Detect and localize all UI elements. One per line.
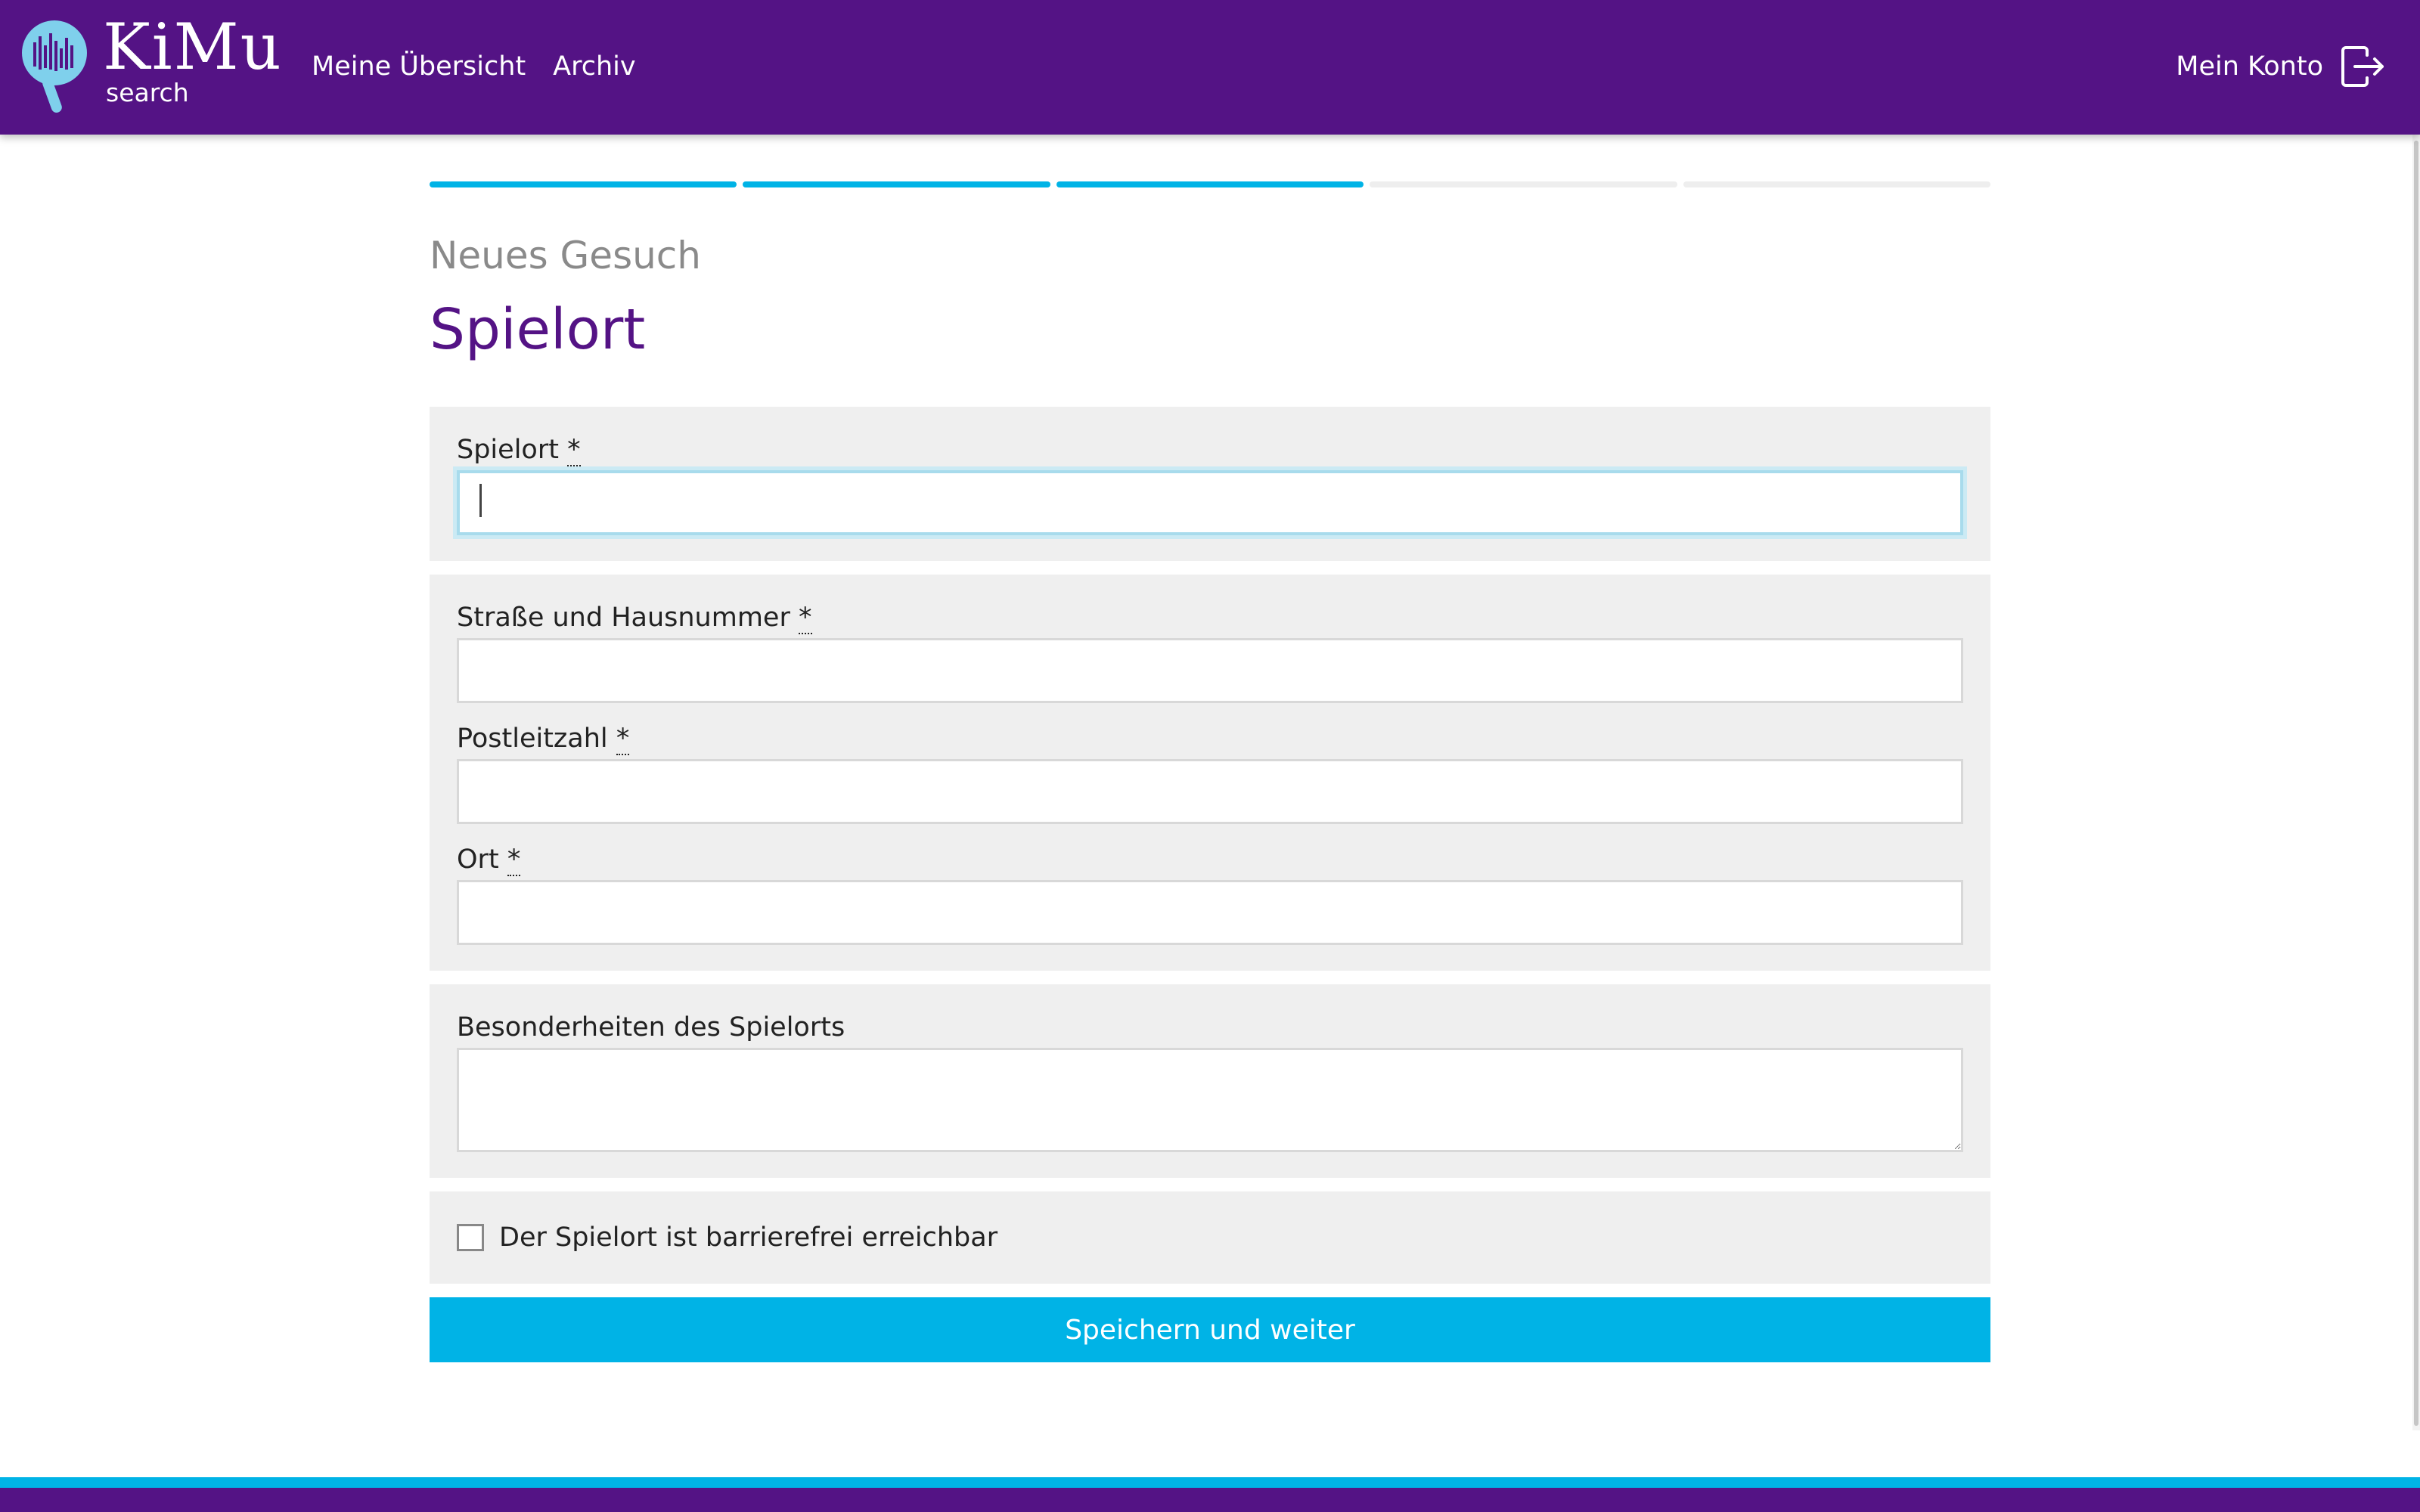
field-label-text: Postleitzahl	[457, 723, 608, 754]
wizard-progress	[430, 181, 1991, 187]
barrierefrei-label[interactable]: Der Spielort ist barrierefrei erreichbar	[499, 1220, 997, 1255]
required-marker: *	[616, 723, 630, 755]
main-navigation: Meine Übersicht Archiv	[312, 48, 636, 85]
required-marker: *	[507, 844, 521, 876]
scrollbar-thumb[interactable]	[2414, 141, 2418, 1426]
strasse-input[interactable]	[457, 638, 1963, 703]
top-navigation-bar: KiMu search Meine Übersicht Archiv Mein …	[0, 0, 2420, 135]
footer-bar	[0, 1488, 2420, 1512]
field-label: Ort *	[457, 842, 1963, 877]
postleitzahl-input[interactable]	[457, 759, 1963, 824]
panel-address: Straße und Hausnummer * Postleitzahl * O…	[430, 575, 1990, 971]
account-label: Mein Konto	[2176, 51, 2323, 82]
field-label-text: Straße und Hausnummer	[457, 603, 790, 633]
progress-step	[1370, 181, 1677, 187]
nav-link-meine-uebersicht[interactable]: Meine Übersicht	[312, 48, 526, 85]
account-menu[interactable]: Mein Konto	[2176, 45, 2385, 88]
field-strasse: Straße und Hausnummer *	[457, 600, 1963, 703]
panel-spielort: Spielort *	[430, 407, 1990, 561]
text-cursor	[479, 484, 482, 517]
besonderheiten-textarea[interactable]	[457, 1048, 1963, 1152]
page-scrollbar[interactable]	[2412, 135, 2420, 1430]
field-label: Spielort *	[457, 432, 1963, 467]
field-label-text: Ort	[457, 844, 499, 875]
footer-accent-stripe	[0, 1477, 2420, 1488]
field-postleitzahl: Postleitzahl *	[457, 721, 1963, 824]
logo-subtitle: search	[106, 78, 189, 107]
barrierefrei-checkbox[interactable]	[457, 1224, 484, 1251]
field-label: Straße und Hausnummer *	[457, 600, 1963, 635]
field-besonderheiten: Besonderheiten des Spielorts	[457, 1010, 1963, 1152]
progress-step	[1056, 181, 1364, 187]
main-content: Neues Gesuch Spielort Spielort * Straße …	[430, 181, 1991, 1362]
spielort-form: Spielort * Straße und Hausnummer * Postl…	[430, 407, 1990, 1362]
kimu-logo[interactable]: KiMu search	[20, 15, 281, 113]
logo-wordmark: KiMu	[103, 10, 283, 84]
progress-step	[1683, 181, 1991, 187]
nav-link-archiv[interactable]: Archiv	[553, 48, 635, 85]
page-kicker: Neues Gesuch	[430, 234, 701, 277]
page-title: Spielort	[430, 297, 646, 362]
panel-barrierefrei: Der Spielort ist barrierefrei erreichbar	[430, 1191, 1990, 1284]
field-label: Postleitzahl *	[457, 721, 1963, 756]
panel-besonderheiten: Besonderheiten des Spielorts	[430, 984, 1990, 1178]
magnifier-soundwave-icon	[22, 20, 87, 113]
ort-input[interactable]	[457, 880, 1963, 945]
save-and-continue-button[interactable]: Speichern und weiter	[430, 1297, 1990, 1362]
field-label: Besonderheiten des Spielorts	[457, 1012, 845, 1043]
field-label-text: Spielort	[457, 435, 559, 465]
field-ort: Ort *	[457, 842, 1963, 945]
progress-step	[430, 181, 737, 187]
logout-icon	[2341, 46, 2384, 87]
field-spielort: Spielort *	[457, 432, 1963, 535]
input-wrapper	[457, 470, 1963, 535]
spielort-input[interactable]	[457, 470, 1963, 535]
required-marker: *	[799, 603, 812, 634]
required-marker: *	[567, 435, 581, 466]
progress-step	[743, 181, 1050, 187]
